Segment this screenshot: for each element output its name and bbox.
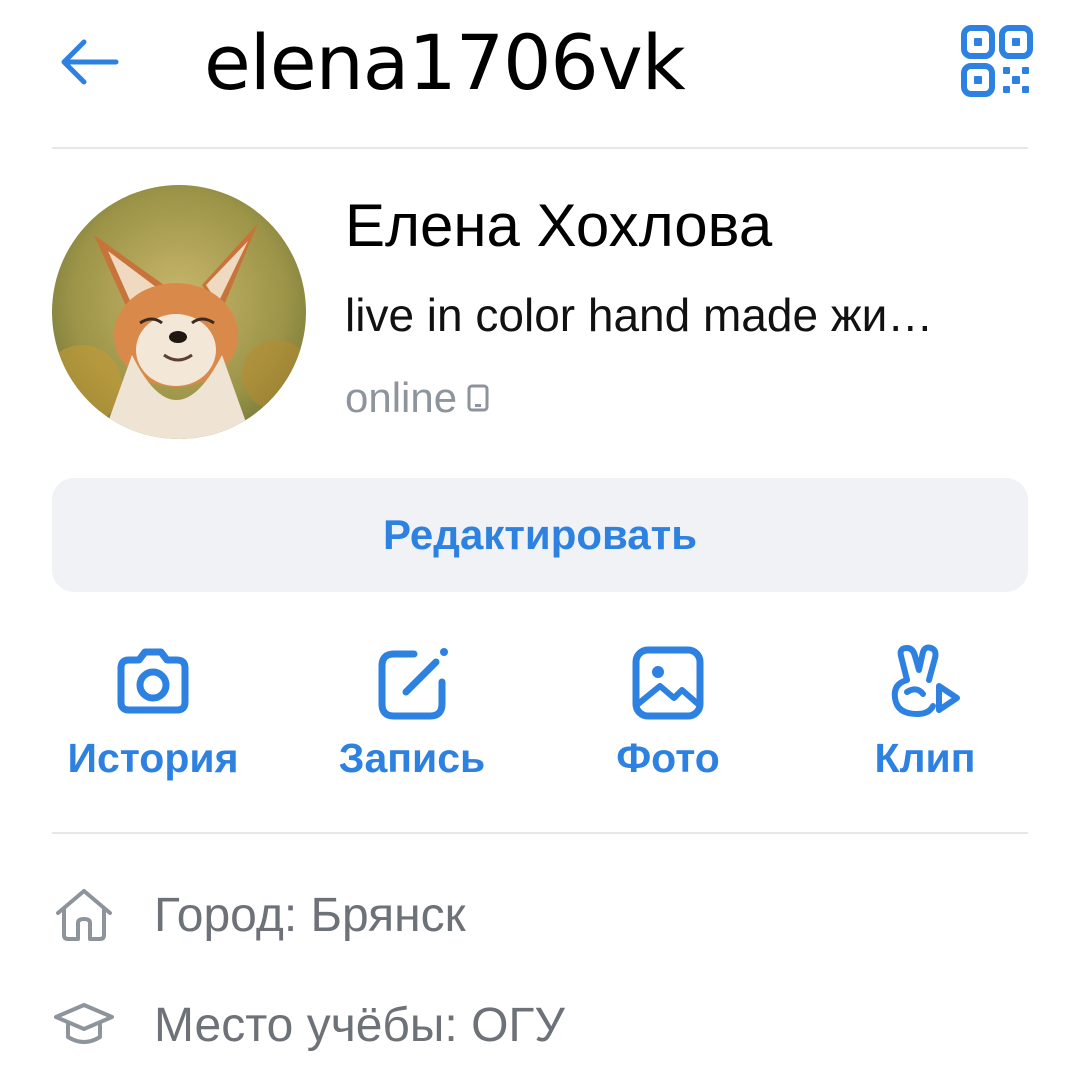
info-city-text: Город: Брянск [154,888,466,942]
camera-icon [117,648,189,714]
mobile-phone-icon [467,384,489,412]
qr-code-button[interactable] [956,20,1040,104]
clip-hand-icon [891,644,960,718]
photo-label: Фото [616,735,720,781]
profile-name: Елена Хохлова [345,192,773,259]
header-divider [52,147,1028,149]
home-icon [56,889,112,941]
pencil-square-icon [378,648,448,720]
post-button[interactable]: Запись [312,640,512,790]
online-status-text: online [345,374,458,421]
avatar[interactable] [52,185,306,439]
story-label: История [67,735,239,781]
clip-label: Клип [874,735,976,781]
info-city[interactable]: Город: Брянск [52,880,466,950]
edit-profile-label: Редактировать [382,511,698,558]
fox-photo [52,185,306,439]
online-indicator: online [345,370,489,426]
qr-code-icon [961,25,1033,97]
top-bar: elena1706vk [0,0,1080,130]
photo-button[interactable]: Фото [568,640,768,790]
profile-status[interactable]: live in color hand made жи… [345,285,1015,345]
actions-divider [52,832,1028,834]
graduation-cap-icon [54,1003,114,1044]
post-label: Запись [338,735,486,781]
back-button[interactable] [52,30,124,94]
info-education[interactable]: Место учёбы: ОГУ [52,990,565,1060]
edit-profile-button[interactable]: Редактировать [52,478,1028,592]
story-button[interactable]: История [53,640,253,790]
page-title: elena1706vk [204,18,686,107]
info-education-text: Место учёбы: ОГУ [154,998,565,1052]
back-arrow-icon [61,39,119,85]
clip-button[interactable]: Клип [825,640,1025,790]
image-icon [632,646,704,720]
